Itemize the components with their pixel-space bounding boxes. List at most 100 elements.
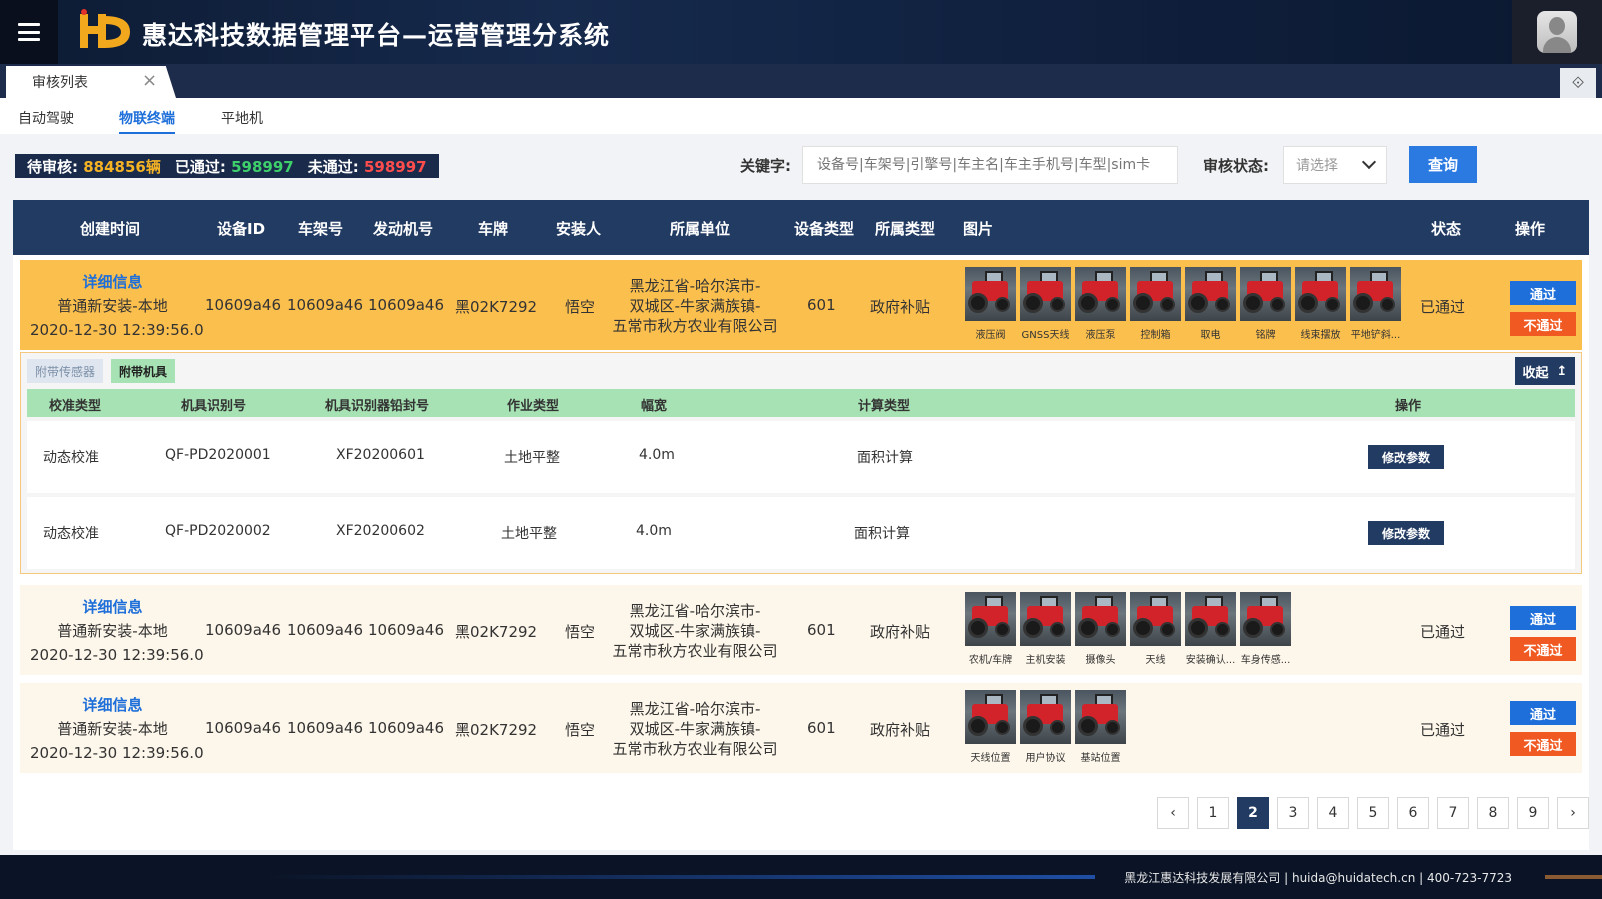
- image-thumb[interactable]: 用户协议: [1020, 690, 1071, 764]
- th-owner-type: 所属类型: [875, 220, 936, 238]
- install-type: 普通新安装-本地: [57, 297, 168, 315]
- status-text: 已通过: [1420, 721, 1466, 739]
- th-images: 图片: [963, 220, 994, 238]
- next-page-button[interactable]: ›: [1557, 797, 1589, 829]
- implement-row: 动态校准 QF-PD2020002 XF20200602 土地平整 4.0m 面…: [27, 497, 1575, 569]
- frame-number: 10609a46: [287, 719, 363, 737]
- device-type: 601: [807, 296, 836, 314]
- calc-type: 面积计算: [857, 450, 913, 466]
- top-header: 惠达科技数据管理平台—运营管理分系统: [0, 0, 1602, 64]
- detail-link[interactable]: 详细信息: [30, 595, 195, 619]
- calc-type: 面积计算: [854, 526, 910, 542]
- reject-button[interactable]: 不通过: [1510, 312, 1576, 336]
- chevron-down-icon: [1361, 154, 1377, 170]
- status-select-value: 请选择: [1296, 158, 1338, 174]
- engine-number: 10609a46: [368, 621, 444, 639]
- image-thumb[interactable]: 安装确认...: [1185, 592, 1236, 666]
- image-thumb[interactable]: 平地铲斜...: [1350, 267, 1401, 341]
- image-thumb[interactable]: 天线位置: [965, 690, 1016, 764]
- pending-label: 待审核:: [27, 157, 78, 176]
- summary-bar: 待审核: 884856辆 已通过: 598997 未通过: 598997: [15, 154, 439, 178]
- install-type: 普通新安装-本地: [57, 720, 168, 738]
- image-thumb[interactable]: 农机/车牌: [965, 592, 1016, 666]
- image-thumb[interactable]: 天线: [1130, 592, 1181, 666]
- page-button[interactable]: 4: [1317, 797, 1349, 829]
- table-row[interactable]: 详细信息 普通新安装-本地 2020-12-30 12:39:56.0 1060…: [20, 585, 1582, 675]
- page-button[interactable]: 1: [1197, 797, 1229, 829]
- plate-number: 黑02K7292: [455, 298, 538, 316]
- created-time: 2020-12-30 12:39:56.0: [30, 321, 204, 339]
- user-avatar-box[interactable]: [1512, 0, 1602, 64]
- subnav-iot-terminal[interactable]: 物联终端: [119, 108, 175, 134]
- plate-number: 黑02K7292: [455, 721, 538, 739]
- status-text: 已通过: [1420, 298, 1466, 316]
- approve-button[interactable]: 通过: [1510, 701, 1576, 725]
- modify-params-button[interactable]: 修改参数: [1368, 445, 1444, 469]
- image-list: 天线位置 用户协议 基站位置: [965, 690, 1126, 764]
- collapse-button[interactable]: 收起 ↥: [1515, 357, 1575, 385]
- image-thumb[interactable]: 液压阀: [965, 267, 1016, 341]
- page-button-current[interactable]: 2: [1237, 797, 1269, 829]
- pagination: ‹ 1 2 3 4 5 6 7 8 9 ›: [1157, 797, 1589, 829]
- image-thumb[interactable]: 基站位置: [1075, 690, 1126, 764]
- image-thumb[interactable]: 控制箱: [1130, 267, 1181, 341]
- subnav-grader[interactable]: 平地机: [221, 108, 263, 128]
- prev-page-button[interactable]: ‹: [1157, 797, 1189, 829]
- subnav-autodrive[interactable]: 自动驾驶: [18, 108, 74, 128]
- plate-number: 黑02K7292: [455, 623, 538, 641]
- keyword-label: 关键字:: [740, 157, 791, 175]
- work-type: 土地平整: [504, 450, 560, 466]
- image-thumb[interactable]: 摄像头: [1075, 592, 1126, 666]
- page-button[interactable]: 9: [1517, 797, 1549, 829]
- page-button[interactable]: 8: [1477, 797, 1509, 829]
- image-thumb[interactable]: 车身传感...: [1240, 592, 1291, 666]
- page-button[interactable]: 5: [1357, 797, 1389, 829]
- tab-sensors[interactable]: 附带传感器: [27, 359, 104, 383]
- calib-type: 动态校准: [43, 526, 99, 542]
- image-thumb[interactable]: 液压泵: [1075, 267, 1126, 341]
- created-time: 2020-12-30 12:39:56.0: [30, 646, 204, 664]
- th-unit: 所属单位: [670, 220, 731, 238]
- failed-count: 598997: [363, 157, 427, 176]
- approve-button[interactable]: 通过: [1510, 606, 1576, 630]
- tool-id: QF-PD2020001: [165, 447, 271, 463]
- table-row[interactable]: 详细信息 普通新安装-本地 2020-12-30 12:39:56.0 1060…: [20, 260, 1582, 350]
- keyword-input[interactable]: [802, 146, 1178, 184]
- arrow-up-icon: ↥: [1556, 363, 1568, 379]
- status-select[interactable]: 请选择: [1283, 146, 1387, 184]
- image-thumb[interactable]: GNSS天线: [1020, 267, 1071, 341]
- image-thumb[interactable]: 取电: [1185, 267, 1236, 341]
- th-installer: 安装人: [556, 220, 602, 238]
- owner-type: 政府补贴: [870, 623, 931, 641]
- reject-button[interactable]: 不通过: [1510, 637, 1576, 661]
- sub-th-width: 幅宽: [641, 399, 668, 414]
- query-button[interactable]: 查询: [1409, 146, 1477, 183]
- th-device-id: 设备ID: [217, 220, 266, 238]
- implement-table-header: 校准类型 机具识别号 机具识别器铅封号 作业类型 幅宽 计算类型 操作: [27, 389, 1575, 417]
- detail-link[interactable]: 详细信息: [30, 270, 195, 294]
- image-thumb[interactable]: 铭牌: [1240, 267, 1291, 341]
- tab-label: 审核列表: [32, 75, 88, 91]
- passed-label: 已通过:: [174, 157, 226, 176]
- installer: 悟空: [565, 721, 596, 739]
- app-title: 惠达科技数据管理平台—运营管理分系统: [142, 21, 611, 50]
- avatar[interactable]: [1537, 11, 1577, 53]
- tab-implements[interactable]: 附带机具: [111, 359, 176, 383]
- modify-params-button[interactable]: 修改参数: [1368, 521, 1444, 545]
- sub-th-calib: 校准类型: [49, 399, 102, 414]
- detail-link[interactable]: 详细信息: [30, 693, 195, 717]
- page-button[interactable]: 7: [1437, 797, 1469, 829]
- device-id: 10609a46: [205, 719, 281, 737]
- table-row[interactable]: 详细信息 普通新安装-本地 2020-12-30 12:39:56.0 1060…: [20, 683, 1582, 773]
- reject-button[interactable]: 不通过: [1510, 732, 1576, 756]
- fullscreen-icon[interactable]: ⟐: [1560, 68, 1596, 98]
- image-thumb[interactable]: 主机安装: [1020, 592, 1071, 666]
- close-icon[interactable]: ×: [142, 72, 157, 90]
- status-filter-label: 审核状态:: [1203, 157, 1269, 175]
- image-thumb[interactable]: 线束摆放: [1295, 267, 1346, 341]
- page-button[interactable]: 6: [1397, 797, 1429, 829]
- device-type: 601: [807, 621, 836, 639]
- menu-button[interactable]: [0, 0, 58, 64]
- page-button[interactable]: 3: [1277, 797, 1309, 829]
- approve-button[interactable]: 通过: [1510, 281, 1576, 305]
